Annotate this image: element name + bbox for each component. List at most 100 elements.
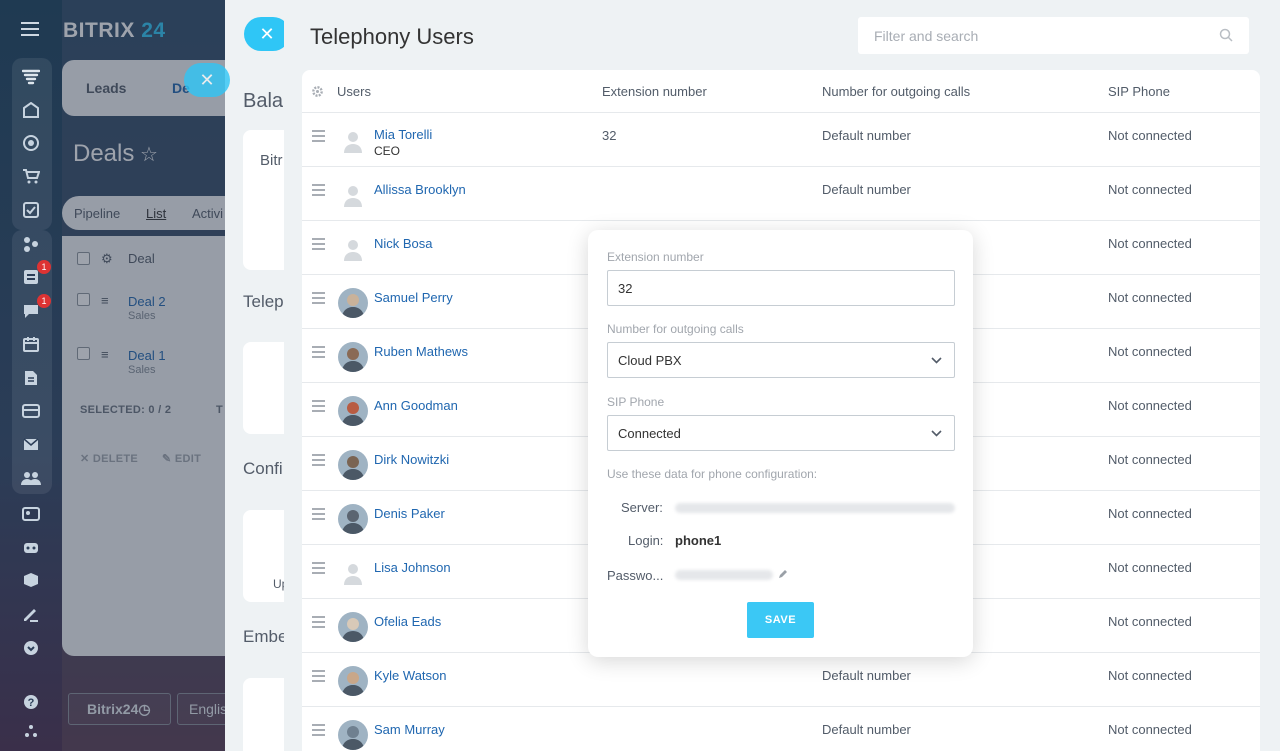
robot-icon[interactable]	[20, 536, 42, 558]
password-value-blurred	[675, 570, 773, 580]
login-value: phone1	[675, 533, 722, 548]
gear-icon[interactable]	[311, 85, 324, 98]
drag-handle-icon[interactable]	[312, 724, 325, 739]
avatar	[338, 342, 368, 372]
feed-icon[interactable]: 1	[20, 260, 51, 288]
table-row[interactable]: Sam Murray Default number Not connected	[302, 707, 1260, 751]
user-name-link[interactable]: Ann Goodman	[374, 398, 458, 413]
employees-icon[interactable]	[20, 467, 42, 489]
mid-balance-title: Bala	[243, 90, 284, 112]
close-icon[interactable]: ✕	[184, 63, 230, 97]
left-rail: 1 1 ?	[0, 0, 62, 751]
avatar	[338, 558, 368, 588]
outgoing-cell[interactable]: Default number	[822, 722, 911, 737]
task-icon[interactable]	[20, 199, 42, 221]
sip-label: SIP Phone	[607, 395, 665, 409]
column-outgoing[interactable]: Number for outgoing calls	[822, 84, 970, 99]
drag-handle-icon[interactable]	[312, 400, 325, 415]
mail-icon[interactable]	[20, 433, 42, 455]
sip-status-cell: Not connected	[1108, 128, 1192, 143]
help-icon[interactable]: ?	[20, 691, 42, 713]
user-name-link[interactable]: Kyle Watson	[374, 668, 447, 683]
outgoing-label: Number for outgoing calls	[607, 322, 744, 336]
user-name-link[interactable]: Ofelia Eads	[374, 614, 441, 629]
user-name-link[interactable]: Samuel Perry	[374, 290, 453, 305]
sites-icon[interactable]	[20, 233, 42, 255]
user-name-link[interactable]: Lisa Johnson	[374, 560, 451, 575]
more-icon[interactable]	[20, 637, 42, 659]
outgoing-cell[interactable]: Default number	[822, 668, 911, 683]
contact-card-icon[interactable]	[20, 503, 42, 525]
extension-input[interactable]: 32	[607, 270, 955, 306]
table-row[interactable]: Mia Torelli CEO 32 Default number Not connec…	[302, 113, 1260, 167]
chat-icon[interactable]: 1	[20, 294, 51, 322]
user-name-link[interactable]: Nick Bosa	[374, 236, 433, 251]
drag-handle-icon[interactable]	[312, 184, 325, 199]
outgoing-select[interactable]: Cloud PBX	[607, 342, 955, 378]
sip-status-cell: Not connected	[1108, 182, 1192, 197]
sip-select[interactable]: Connected	[607, 415, 955, 451]
calendar-icon[interactable]	[20, 333, 42, 355]
save-button[interactable]: SAVE	[747, 602, 814, 638]
drag-handle-icon[interactable]	[312, 562, 325, 577]
drag-handle-icon[interactable]	[312, 346, 325, 361]
outgoing-cell[interactable]: Default number	[822, 128, 911, 143]
drag-handle-icon[interactable]	[312, 508, 325, 523]
outgoing-cell[interactable]: Default number	[822, 182, 911, 197]
structure-icon[interactable]	[20, 720, 42, 742]
column-sip-phone[interactable]: SIP Phone	[1108, 84, 1170, 99]
drag-handle-icon[interactable]	[312, 292, 325, 307]
server-value-blurred	[675, 503, 955, 513]
extension-label: Extension number	[607, 250, 704, 264]
box-icon[interactable]	[20, 569, 42, 591]
target-icon[interactable]	[20, 132, 42, 154]
user-position: CEO	[374, 144, 401, 158]
mid-bitrix-text: Bitr	[260, 152, 283, 169]
store-icon[interactable]	[20, 99, 42, 121]
avatar	[338, 396, 368, 426]
chevron-down-icon	[931, 430, 942, 437]
outgoing-value: Cloud PBX	[618, 353, 682, 368]
sip-status-cell: Not connected	[1108, 614, 1192, 629]
table-row[interactable]: Kyle Watson Default number Not connected	[302, 653, 1260, 707]
search-input[interactable]: Filter and search	[858, 17, 1249, 54]
drag-handle-icon[interactable]	[312, 238, 325, 253]
mid-telephony-title: Telep	[243, 292, 284, 311]
extension-cell[interactable]: 32	[602, 128, 616, 143]
password-label: Passwo...	[607, 568, 664, 583]
drag-handle-icon[interactable]	[312, 616, 325, 631]
column-extension[interactable]: Extension number	[602, 84, 707, 99]
svg-text:?: ?	[28, 697, 35, 709]
table-row[interactable]: Allissa Brooklyn Default number Not connec…	[302, 167, 1260, 221]
user-name-link[interactable]: Allissa Brooklyn	[374, 182, 466, 197]
funnel-icon[interactable]	[20, 66, 42, 88]
mid-embed-title: Embe	[243, 627, 288, 646]
drag-handle-icon[interactable]	[312, 454, 325, 469]
avatar	[338, 666, 368, 696]
user-name-link[interactable]: Ruben Mathews	[374, 344, 468, 359]
search-icon[interactable]	[1219, 28, 1233, 42]
avatar	[338, 450, 368, 480]
user-name-link[interactable]: Denis Paker	[374, 506, 445, 521]
drag-handle-icon[interactable]	[312, 130, 325, 145]
sip-status-cell: Not connected	[1108, 236, 1192, 251]
column-users[interactable]: Users	[337, 84, 371, 99]
cart-icon[interactable]	[20, 165, 42, 187]
server-label: Server:	[621, 500, 663, 515]
sip-status-cell: Not connected	[1108, 290, 1192, 305]
user-name-link[interactable]: Mia Torelli	[374, 127, 432, 142]
document-icon[interactable]	[20, 367, 42, 389]
sip-status-cell: Not connected	[1108, 560, 1192, 575]
drive-icon[interactable]	[20, 400, 42, 422]
sip-status-cell: Not connected	[1108, 506, 1192, 521]
feed-badge: 1	[37, 260, 51, 274]
drag-handle-icon[interactable]	[312, 670, 325, 685]
user-name-link[interactable]: Dirk Nowitzki	[374, 452, 449, 467]
sip-status-cell: Not connected	[1108, 722, 1192, 737]
chat-badge: 1	[37, 294, 51, 308]
signature-icon[interactable]	[20, 603, 42, 625]
menu-icon[interactable]	[21, 22, 39, 40]
pencil-icon[interactable]	[778, 569, 788, 579]
user-name-link[interactable]: Sam Murray	[374, 722, 445, 737]
sip-status-cell: Not connected	[1108, 344, 1192, 359]
